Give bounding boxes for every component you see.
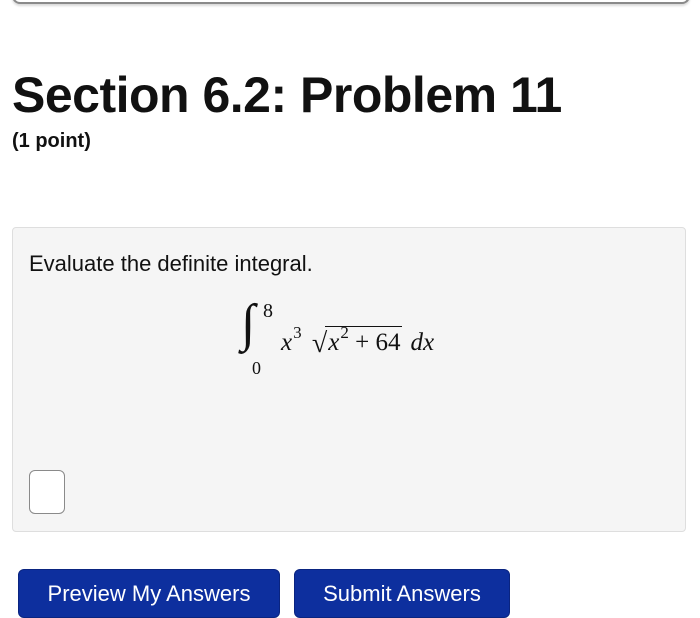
problem-box: Evaluate the definite integral. ∫ 8 0 x3… [12, 227, 686, 532]
integrand: x3 √x2 + 64 dx [281, 323, 435, 360]
integrand-power: 3 [293, 323, 302, 342]
submit-answers-button[interactable]: Submit Answers [294, 569, 510, 618]
page-title: Section 6.2: Problem 11 [12, 67, 562, 123]
radicand-power: 2 [340, 323, 349, 342]
radicand-variable: x [328, 329, 340, 356]
preview-answers-button[interactable]: Preview My Answers [18, 569, 280, 618]
problem-instruction: Evaluate the definite integral. [29, 251, 313, 276]
integrand-variable: x [281, 329, 293, 356]
radicand: x2 + 64 [325, 323, 403, 357]
points-label: (1 point) [12, 130, 91, 152]
lower-limit: 0 [252, 358, 261, 378]
radicand-constant: + 64 [348, 329, 401, 356]
square-root: √x2 + 64 [312, 323, 403, 360]
integral-expression: ∫ 8 0 x3 √x2 + 64 dx [241, 298, 481, 384]
differential: dx [410, 329, 435, 356]
answer-input[interactable] [29, 470, 65, 514]
integral-sign: ∫ [241, 295, 256, 352]
upper-limit: 8 [263, 300, 273, 322]
previous-card-edge [12, 0, 690, 4]
